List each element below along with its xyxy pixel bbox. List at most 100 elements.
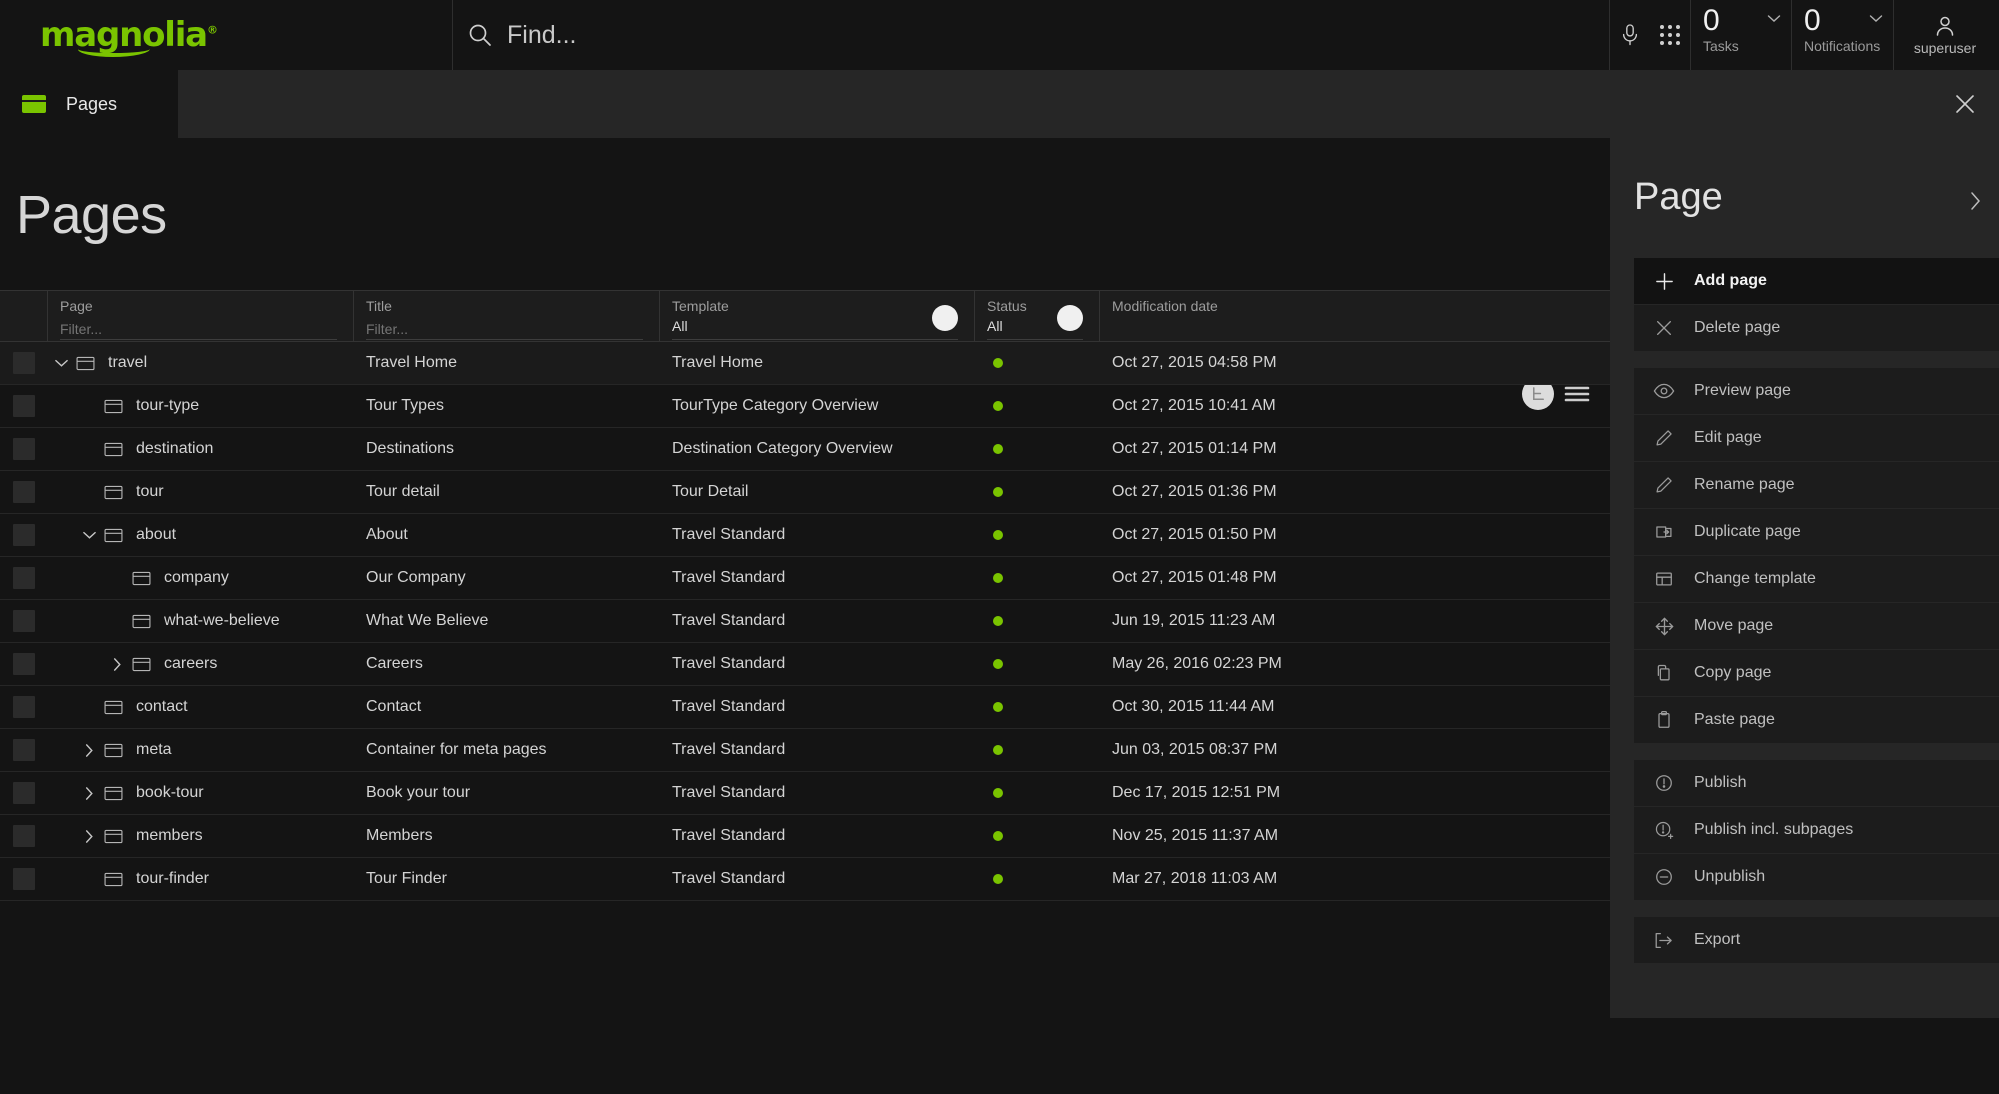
row-checkbox-cell[interactable] [0,643,48,685]
row-checkbox[interactable] [13,868,35,890]
action-change-template[interactable]: Change template [1634,556,1999,603]
action-delete-page[interactable]: Delete page [1634,305,1999,352]
row-checkbox[interactable] [13,653,35,675]
row-checkbox-cell[interactable] [0,514,48,556]
status-filter-toggle[interactable] [1057,305,1083,331]
action-export[interactable]: Export [1634,917,1999,964]
user-menu[interactable]: superuser [1893,0,1996,70]
chevron-right-icon[interactable] [76,772,102,814]
chevron-right-icon[interactable] [76,729,102,771]
row-checkbox-cell[interactable] [0,600,48,642]
row-checkbox[interactable] [13,567,35,589]
table-row[interactable]: company Our Company Travel Standard Oct … [0,557,1610,600]
table-row[interactable]: tour-type Tour Types TourType Category O… [0,385,1610,428]
cell-page[interactable]: contact [48,686,354,728]
logo-area[interactable]: magnolia® [0,0,453,70]
action-unpublish[interactable]: Unpublish [1634,854,1999,901]
table-row[interactable]: contact Contact Travel Standard Oct 30, … [0,686,1610,729]
cell-page[interactable]: tour-type [48,385,354,427]
table-row[interactable]: members Members Travel Standard Nov 25, … [0,815,1610,858]
chevron-down-icon[interactable] [1767,14,1781,23]
filter-value-template[interactable]: All [672,318,958,340]
action-preview-page[interactable]: Preview page [1634,368,1999,415]
cell-page[interactable]: what-we-believe [48,600,354,642]
global-search-bar[interactable] [453,0,1610,70]
cell-page[interactable]: members [48,815,354,857]
cell-page[interactable]: tour [48,471,354,513]
filter-input-page[interactable] [60,318,337,340]
row-checkbox-cell[interactable] [0,471,48,513]
action-publish[interactable]: Publish [1634,760,1999,807]
magnolia-logo[interactable]: magnolia® [40,15,217,55]
apps-grid-button[interactable] [1650,0,1690,70]
page-node-icon [102,858,124,900]
table-row[interactable]: book-tour Book your tour Travel Standard… [0,772,1610,815]
table-row[interactable]: careers Careers Travel Standard May 26, … [0,643,1610,686]
action-rename-page[interactable]: Rename page [1634,462,1999,509]
row-checkbox[interactable] [13,395,35,417]
row-checkbox[interactable] [13,524,35,546]
row-checkbox[interactable] [13,782,35,804]
action-add-page[interactable]: Add page [1634,258,1999,305]
action-edit-page[interactable]: Edit page [1634,415,1999,462]
chevron-right-icon[interactable] [1967,190,1983,212]
chevron-down-icon[interactable] [48,342,74,384]
cell-modification-date: Mar 27, 2018 11:03 AM [1100,858,1610,900]
column-header-status[interactable]: Status All [975,291,1100,341]
row-checkbox-cell[interactable] [0,815,48,857]
action-duplicate-page[interactable]: Duplicate page [1634,509,1999,556]
copy-icon [1634,663,1694,683]
table-row[interactable]: destination Destinations Destination Cat… [0,428,1610,471]
action-copy-page[interactable]: Copy page [1634,650,1999,697]
action-publish-incl-subpages[interactable]: Publish incl. subpages [1634,807,1999,854]
notifications-counter[interactable]: 0 Notifications [1791,0,1893,70]
row-checkbox-cell[interactable] [0,428,48,470]
cell-page[interactable]: meta [48,729,354,771]
cell-page[interactable]: book-tour [48,772,354,814]
tasks-counter[interactable]: 0 Tasks [1690,0,1791,70]
cell-page[interactable]: travel [48,342,354,384]
cell-page[interactable]: tour-finder [48,858,354,900]
table-row[interactable]: what-we-believe What We Believe Travel S… [0,600,1610,643]
table-row[interactable]: meta Container for meta pages Travel Sta… [0,729,1610,772]
row-checkbox[interactable] [13,696,35,718]
row-checkbox-cell[interactable] [0,686,48,728]
cell-page[interactable]: company [48,557,354,599]
table-row[interactable]: tour Tour detail Tour Detail Oct 27, 201… [0,471,1610,514]
cell-page[interactable]: destination [48,428,354,470]
chevron-down-icon[interactable] [1869,14,1883,23]
table-row[interactable]: travel Travel Home Travel Home Oct 27, 2… [0,342,1610,385]
table-row[interactable]: about About Travel Standard Oct 27, 2015… [0,514,1610,557]
row-checkbox-cell[interactable] [0,729,48,771]
row-checkbox[interactable] [13,610,35,632]
tab-pages[interactable]: Pages [0,70,178,138]
row-checkbox[interactable] [13,739,35,761]
row-checkbox-cell[interactable] [0,772,48,814]
table-row[interactable]: tour-finder Tour Finder Travel Standard … [0,858,1610,901]
row-checkbox-cell[interactable] [0,342,48,384]
chevron-right-icon[interactable] [104,643,130,685]
row-checkbox[interactable] [13,438,35,460]
cell-page[interactable]: careers [48,643,354,685]
row-checkbox-cell[interactable] [0,385,48,427]
row-checkbox[interactable] [13,825,35,847]
column-header-template[interactable]: Template All [660,291,975,341]
action-label: Preview page [1694,382,1791,400]
search-input[interactable] [507,21,1107,50]
row-checkbox[interactable] [13,352,35,374]
filter-input-title[interactable] [366,318,643,340]
column-header-title[interactable]: Title [354,291,660,341]
chevron-down-icon[interactable] [76,514,102,556]
action-paste-page[interactable]: Paste page [1634,697,1999,744]
action-move-page[interactable]: Move page [1634,603,1999,650]
column-header-page[interactable]: Page [48,291,354,341]
microphone-button[interactable] [1610,0,1650,70]
row-checkbox-cell[interactable] [0,858,48,900]
column-header-date[interactable]: Modification date [1100,291,1610,341]
cell-page[interactable]: about [48,514,354,556]
chevron-right-icon[interactable] [76,815,102,857]
close-tab-button[interactable] [1953,92,1977,116]
row-checkbox[interactable] [13,481,35,503]
row-checkbox-cell[interactable] [0,557,48,599]
template-filter-toggle[interactable] [932,305,958,331]
